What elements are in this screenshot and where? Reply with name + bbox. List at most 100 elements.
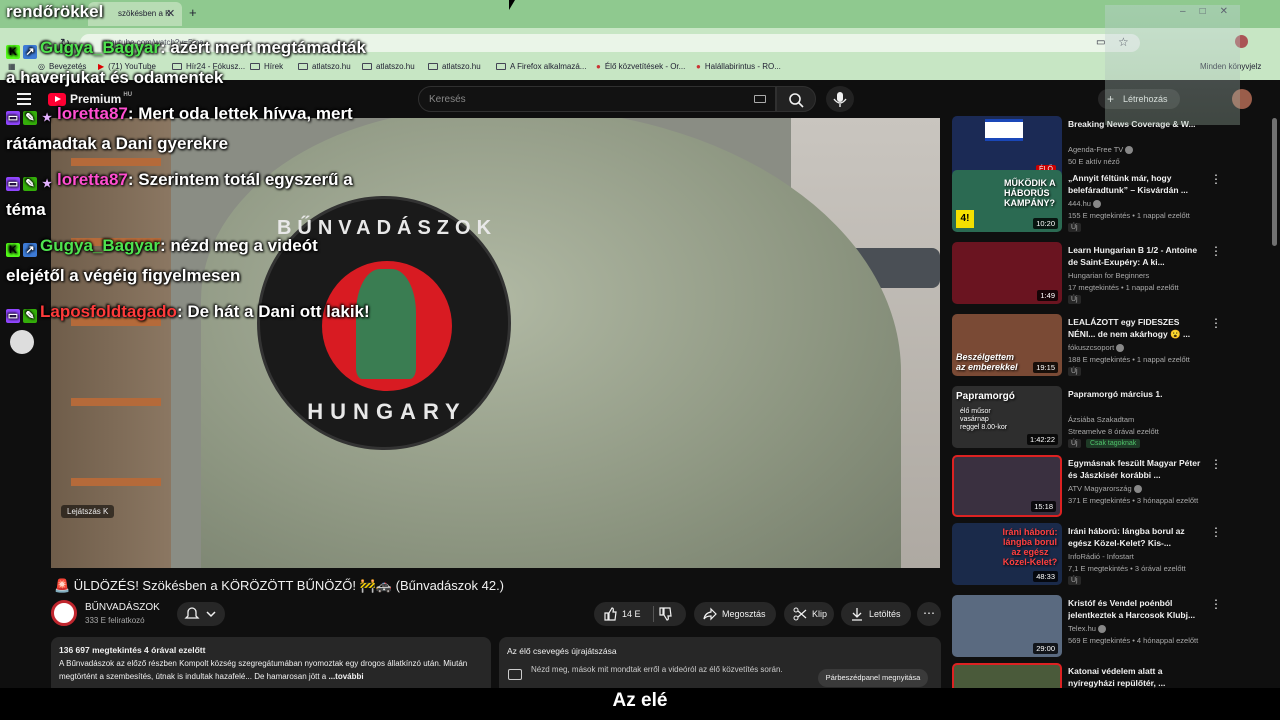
kick-badge-icon: K: [6, 45, 20, 59]
thumbs-down-icon[interactable]: [658, 607, 672, 621]
channel-name[interactable]: BŰNVADÁSZOK: [85, 602, 160, 613]
share-icon: [703, 607, 717, 621]
like-button[interactable]: 14 E: [594, 602, 686, 626]
recommendation-channel[interactable]: InfoRádió - Infostart: [1068, 552, 1134, 561]
open-chat-button[interactable]: Párbeszédpanel megnyitása: [818, 669, 928, 687]
folder-icon: [362, 63, 372, 70]
recommendation-item[interactable]: Beszélgettem az emberekkel 19:15 LEALÁZO…: [952, 314, 1267, 380]
bookmark-item[interactable]: atlatszo.hu: [362, 62, 415, 71]
recommendation-channel[interactable]: Telex.hu: [1068, 624, 1106, 634]
channel-logo: 4!: [956, 210, 974, 228]
bell-icon: [184, 607, 216, 619]
bookmark-icon: ●: [596, 62, 601, 71]
folder-icon: [298, 63, 308, 70]
kebab-menu-icon[interactable]: ⋮: [1210, 172, 1222, 186]
recommendation-channel[interactable]: fókuszcsoport: [1068, 343, 1125, 353]
video-thumbnail: MŰKÖDIK A HÁBORÚS KAMPÁNY? 4! 10:20: [952, 170, 1062, 232]
description-text: A Bűnvadászok az előző részben Kompolt k…: [59, 659, 468, 681]
recommendation-item[interactable]: 29:00 Kristóf és Vendel poénból jelentke…: [952, 595, 1267, 661]
kebab-menu-icon[interactable]: ⋮: [1210, 597, 1222, 611]
bookmark-item[interactable]: atlatszo.hu: [298, 62, 351, 71]
search-input[interactable]: Keresés: [418, 86, 776, 112]
show-more-link[interactable]: ...további: [329, 672, 364, 681]
verified-icon: [1116, 344, 1125, 353]
tab-close-icon[interactable]: ✕: [166, 7, 175, 20]
new-tab-icon[interactable]: +: [189, 5, 197, 20]
channel-avatar[interactable]: [51, 600, 77, 626]
recommendation-item[interactable]: Katonai védelem alatt a nyíregyházi repü…: [952, 663, 1267, 688]
recommendation-title: „Annyit féltünk már, hogy belefáradtunk”…: [1068, 173, 1188, 195]
video-thumbnail: ÉLŐ: [952, 116, 1062, 178]
recommendation-meta: 50 E aktív néző: [1068, 157, 1120, 166]
kebab-menu-icon[interactable]: ⋮: [1210, 316, 1222, 330]
subtitle-text: Az elé: [612, 690, 668, 711]
bookmark-item[interactable]: A Firefox alkalmazá...: [496, 62, 586, 71]
video-thumbnail: Iráni háború: lángba borul az egész Köze…: [952, 523, 1062, 585]
overlay-chat-continuation: a haverjukat és odamentek: [6, 68, 224, 87]
kebab-menu-icon[interactable]: ⋮: [1210, 244, 1222, 258]
bookmark-item[interactable]: ● Élő közvetítések - Or...: [596, 62, 685, 71]
archer-figure: [356, 269, 416, 379]
recommendation-channel[interactable]: Agenda-Free TV: [1068, 145, 1134, 155]
overlay-chat-continuation: rátámadtak a Dani gyerekre: [6, 134, 229, 153]
description-box[interactable]: 136 697 megtekintés 4 órával ezelőtt A B…: [51, 637, 491, 695]
moderator-badge-icon: ✎: [23, 309, 37, 323]
video-thumbnail: Papramorgó élő műsor vasárnap reggel 8.0…: [952, 386, 1062, 448]
members-only-badge: Csak tagoknak: [1086, 439, 1141, 448]
search-button[interactable]: [776, 86, 816, 112]
keyboard-icon[interactable]: [754, 95, 766, 103]
video-thumbnail: 1:49: [952, 242, 1062, 304]
twitch-badge-icon: ▭: [6, 111, 20, 125]
recommendation-item[interactable]: Iráni háború: lángba borul az egész Köze…: [952, 523, 1267, 589]
bookmark-item[interactable]: Hírek: [250, 62, 283, 71]
folder-icon: [250, 63, 260, 70]
kebab-menu-icon[interactable]: ⋮: [1210, 525, 1222, 539]
recommendation-channel[interactable]: Hungarian for Beginners: [1068, 271, 1149, 280]
recommendation-title: Katonai védelem alatt a nyíregyházi repü…: [1068, 666, 1166, 688]
recommendation-meta: 17 megtekintés • 1 nappal ezelőtt: [1068, 283, 1179, 292]
twitch-badge-icon: ▭: [6, 177, 20, 191]
more-actions-icon[interactable]: ⋯: [917, 602, 941, 626]
moderator-badge-icon: ✎: [23, 177, 37, 191]
recommendation-meta: 155 E megtekintés • 1 nappal ezelőtt: [1068, 211, 1190, 220]
like-divider: [653, 606, 654, 622]
video-duration: 10:20: [1033, 218, 1058, 229]
overlay-chat-message: K ↗ Gugya_Bagyar: azért mert megtámadták: [6, 36, 366, 60]
video-duration: 48:33: [1033, 571, 1058, 582]
recommendation-channel[interactable]: ATV Magyarország: [1068, 484, 1142, 494]
scrollbar-thumb[interactable]: [1272, 118, 1277, 246]
chat-replay-title: Az élő csevegés újrajátszása: [507, 646, 617, 656]
thumbnail-caption: Papramorgó: [956, 391, 1015, 402]
recommendation-channel[interactable]: Ázsiába Szakadtam: [1068, 415, 1134, 424]
new-badge: Új: [1068, 439, 1081, 448]
bookmark-icon: ●: [696, 62, 701, 71]
verified-icon: [1133, 485, 1142, 494]
recommendation-item[interactable]: 1:49 Learn Hungarian B 1/2 - Antoine de …: [952, 242, 1267, 308]
recommendation-title: LEALÁZOTT egy FIDESZES NÉNI... de nem ak…: [1068, 317, 1191, 339]
recommendation-item[interactable]: MŰKÖDIK A HÁBORÚS KAMPÁNY? 4! 10:20 „Ann…: [952, 170, 1267, 236]
video-thumbnail: Beszélgettem az emberekkel 19:15: [952, 314, 1062, 376]
video-duration: 29:00: [1033, 643, 1058, 654]
recommendation-channel[interactable]: 444.hu: [1068, 199, 1101, 209]
notification-bell-button[interactable]: [177, 602, 225, 626]
recommendation-meta: 569 E megtekintés • 4 hónappal ezelőtt: [1068, 636, 1199, 645]
view-stats: 136 697 megtekintés 4 órával ezelőtt: [59, 645, 206, 655]
overlay-chat-message: ▭ ✎ ★ loretta87: Mert oda lettek hívva, mer…: [6, 104, 353, 125]
kebab-menu-icon[interactable]: ⋮: [1210, 457, 1222, 471]
share-button[interactable]: Megosztás: [694, 602, 776, 626]
mouse-cursor-icon: [509, 0, 515, 10]
thumbnail-caption: Iráni háború: lángba borul az egész Köze…: [1002, 527, 1058, 567]
voice-search-button[interactable]: [826, 86, 854, 112]
overlay-chat-caption: rendőrökkel: [6, 2, 104, 21]
video-thumbnail: 15:18: [952, 455, 1062, 517]
video-duration: 1:42:22: [1026, 434, 1058, 445]
bookmark-item[interactable]: ● Halállabirintus - RO...: [696, 62, 781, 71]
recommendation-item[interactable]: Papramorgó élő műsor vasárnap reggel 8.0…: [952, 386, 1267, 452]
video-thumbnail: 29:00: [952, 595, 1062, 657]
recommendation-item[interactable]: 15:18 Egymásnak feszült Magyar Péter és …: [952, 455, 1267, 521]
clip-button[interactable]: Klip: [784, 602, 834, 626]
bookmark-item[interactable]: atlatszo.hu: [428, 62, 481, 71]
recommendation-title: Papramorgó március 1.: [1068, 389, 1163, 399]
download-button[interactable]: Letöltés: [841, 602, 911, 626]
new-badge: Új: [1068, 295, 1081, 304]
